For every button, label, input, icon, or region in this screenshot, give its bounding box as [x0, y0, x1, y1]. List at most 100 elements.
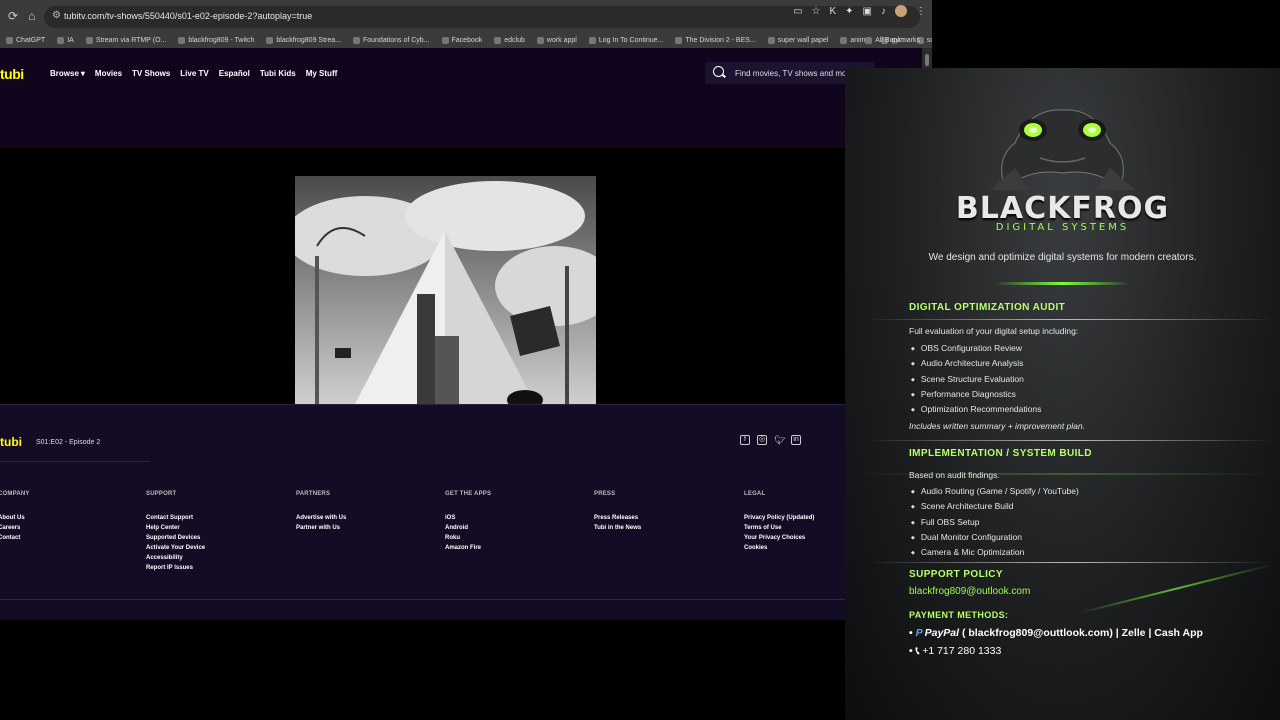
footer-link[interactable]: Partner with Us — [296, 525, 346, 531]
video-frame[interactable] — [295, 176, 596, 404]
bookmark-label: Log In To Continue... — [598, 36, 664, 44]
linkedin-icon[interactable]: in — [791, 435, 801, 445]
green-streak — [1077, 563, 1273, 615]
extension-icons: ▭ ☆ K ✦ ▣ ♪ ⋮ — [793, 5, 926, 17]
paypal-detail: ( blackfrog809@outtlook.com) | Zelle | C… — [961, 627, 1203, 639]
bookmark-label: IA — [67, 36, 74, 44]
bookmark-item[interactable]: work appl — [536, 36, 577, 44]
footer-column: GET THE APPS iOS Android Roku Amazon Fire — [445, 491, 491, 555]
nav-item-link[interactable]: Movies — [95, 69, 122, 78]
bookmark-item[interactable]: blackfrog809 Strea... — [266, 36, 341, 44]
footer-column-title: LEGAL — [744, 491, 766, 497]
footer-link[interactable]: Help Center — [146, 525, 205, 531]
footer-column: SUPPORT Contact Support Help Center Support… — [146, 491, 205, 575]
site-info-icon[interactable]: ⚙ — [52, 10, 61, 21]
footer-link[interactable]: Tubi in the News — [594, 525, 641, 531]
footer-tubi-logo[interactable]: tubi — [0, 435, 22, 449]
brand-title: BLACKFROG — [955, 191, 1170, 226]
service-item: Scene Architecture Build — [911, 501, 1079, 516]
footer-link[interactable]: Android — [445, 525, 491, 531]
payment-phone-line: • 📞︎ +1 717 280 1333 — [909, 645, 1001, 658]
nav-item-browse[interactable]: Browse — [50, 69, 79, 78]
blackfrog-overlay: BLACKFROG DIGITAL SYSTEMS We design and … — [845, 68, 1280, 720]
bookmark-item[interactable]: Facebook — [441, 36, 482, 44]
bookmark-item[interactable]: super wall papel — [767, 36, 828, 44]
social-links: f ◎ 🐦︎ in — [740, 435, 801, 445]
bookmark-item[interactable]: blackfrog809 - Twitch — [178, 36, 254, 44]
address-bar[interactable]: ⚙ tubitv.com/tv-shows/550440/s01-e02-epi… — [44, 6, 920, 28]
footer-link[interactable]: Supported Devices — [146, 535, 205, 541]
footer-link[interactable]: Activate Your Device — [146, 545, 205, 551]
instagram-icon[interactable]: ◎ — [757, 435, 767, 445]
bookmark-item[interactable]: ChatGPT — [6, 36, 45, 44]
bookmarks-bar: ChatGPT IA Stream via RTMP (O... blackfrog8… — [0, 32, 932, 48]
nav-item-link[interactable]: My Stuff — [306, 69, 338, 78]
bullet-icon: • — [909, 645, 916, 657]
extension-k-icon[interactable]: K — [829, 6, 836, 17]
footer-column-title: PRESS — [594, 491, 616, 497]
scrollbar-thumb[interactable] — [925, 54, 929, 66]
footer-link[interactable]: Press Releases — [594, 515, 641, 521]
star-icon[interactable]: ☆ — [812, 6, 821, 17]
reload-icon[interactable]: ⟳ — [8, 9, 18, 23]
bookmark-item[interactable]: Log In To Continue... — [588, 36, 664, 44]
tubi-logo[interactable]: tubi — [0, 66, 24, 82]
footer-link[interactable]: Contact — [0, 535, 30, 541]
bookmark-item[interactable]: The Division 2 - BES... — [675, 36, 756, 44]
all-bookmarks[interactable]: All Bookmarks — [865, 36, 920, 44]
tubi-footer: tubi S01:E02 - Episode 2 f ◎ 🐦︎ in COMPA… — [0, 404, 845, 620]
media-icon[interactable]: ♪ — [881, 6, 886, 17]
build-list: Audio Routing (Game / Spotify / YouTube)… — [911, 486, 1079, 562]
footer-link[interactable]: Advertise with Us — [296, 515, 346, 521]
nav-item-link[interactable]: Tubi Kids — [260, 69, 296, 78]
browser-toolbar: ⟳ ⌂ ⚙ tubitv.com/tv-shows/550440/s01-e02… — [0, 0, 932, 32]
footer-link[interactable]: Contact Support — [146, 515, 205, 521]
url-text[interactable]: tubitv.com/tv-shows/550440/s01-e02-episo… — [64, 11, 312, 21]
menu-icon[interactable]: ⋮ — [916, 6, 926, 17]
paypal-label: PayPal — [924, 627, 960, 639]
payment-title: PAYMENT METHODS: — [909, 610, 1009, 620]
facebook-icon[interactable]: f — [740, 435, 750, 445]
footer-link[interactable]: Report IP Issues — [146, 565, 205, 571]
main-nav: Browse ▾ Movies TV Shows Live TV Español Tubi … — [50, 69, 337, 78]
bookmark-item[interactable]: Foundations of Cyb... — [352, 36, 430, 44]
glow-divider — [995, 282, 1130, 285]
footer-link[interactable]: About Us — [0, 515, 30, 521]
footer-link[interactable]: iOS — [445, 515, 491, 521]
search-placeholder[interactable]: Find movies, TV shows and more — [735, 69, 854, 78]
audit-note: Includes written summary + improvement p… — [909, 421, 1085, 431]
bookmark-item[interactable]: edclub — [494, 36, 525, 44]
bookmark-favicon-icon — [266, 36, 274, 44]
tagline: We design and optimize digital systems f… — [928, 252, 1197, 263]
nav-item-link[interactable]: TV Shows — [132, 69, 170, 78]
footer-link[interactable]: Accessibility — [146, 555, 205, 561]
footer-link[interactable]: Cookies — [744, 545, 814, 551]
nav-item-link[interactable]: Live TV — [180, 69, 208, 78]
footer-column-title: COMPANY — [0, 491, 30, 497]
frog-logo-icon — [990, 109, 1135, 190]
puzzle-icon[interactable]: ✦ — [845, 6, 853, 17]
profile-avatar[interactable] — [895, 5, 907, 17]
bookmark-favicon-icon — [85, 36, 93, 44]
nav-item-link[interactable]: Español — [219, 69, 250, 78]
twitter-icon[interactable]: 🐦︎ — [774, 435, 785, 445]
folder-icon — [865, 36, 873, 44]
install-icon[interactable]: ▭ — [793, 6, 802, 17]
bookmark-favicon-icon — [675, 36, 683, 44]
footer-link[interactable]: Careers — [0, 525, 30, 531]
footer-link[interactable]: Amazon Fire — [445, 545, 491, 551]
footer-link[interactable]: Privacy Policy (Updated) — [744, 515, 814, 521]
footer-link[interactable]: Your Privacy Choices — [744, 535, 814, 541]
bookmark-label: Foundations of Cyb... — [362, 36, 430, 44]
sidepanel-icon[interactable]: ▣ — [863, 6, 872, 17]
footer-link[interactable]: Terms of Use — [744, 525, 814, 531]
bookmark-item[interactable]: IA — [57, 36, 74, 44]
bookmark-favicon-icon — [840, 36, 848, 44]
service-item: Optimization Recommendations — [911, 404, 1041, 419]
bookmark-favicon-icon — [441, 36, 449, 44]
home-icon[interactable]: ⌂ — [28, 9, 35, 23]
bookmark-item[interactable]: Stream via RTMP (O... — [85, 36, 166, 44]
footer-column: PARTNERS Advertise with Us Partner with Us — [296, 491, 346, 535]
footer-link[interactable]: Roku — [445, 535, 491, 541]
bookmark-favicon-icon — [57, 36, 65, 44]
